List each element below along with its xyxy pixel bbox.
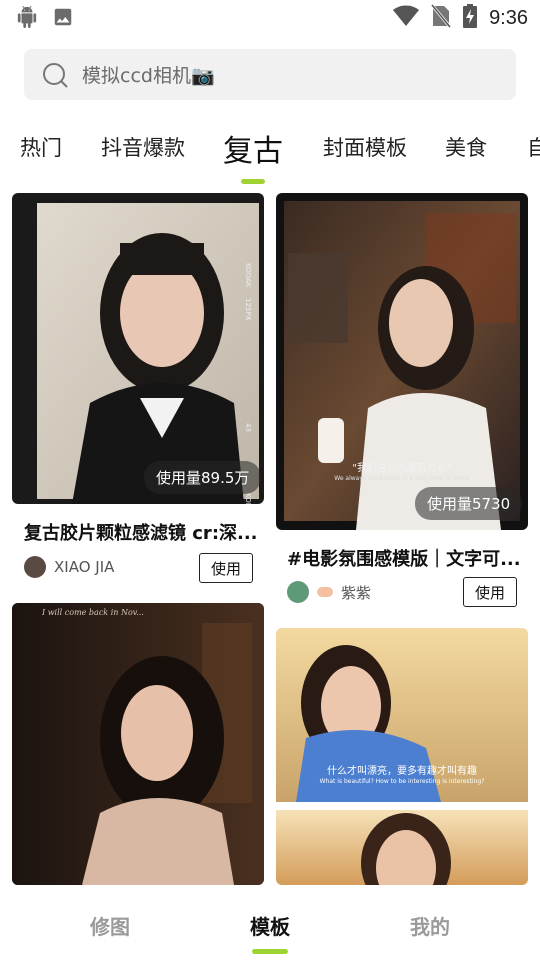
status-bar: 9:36 xyxy=(0,0,540,36)
tab-retro[interactable]: 复古 xyxy=(223,126,283,170)
portrait-image xyxy=(276,628,528,885)
author[interactable]: 紫紫 xyxy=(287,581,371,603)
template-thumbnail[interactable]: I will come back in Nov... xyxy=(12,603,264,885)
tab-food[interactable]: 美食 xyxy=(445,132,487,162)
template-thumbnail[interactable]: "我们总以为来日方长" We always think there is a l… xyxy=(276,193,528,530)
image-caption: "我们总以为来日方长" xyxy=(352,463,452,474)
search-icon xyxy=(43,62,68,88)
author-name: 紫紫 xyxy=(341,583,372,602)
nav-edit[interactable]: 修图 xyxy=(90,911,130,940)
svg-text:43: 43 xyxy=(244,423,252,432)
author[interactable]: XIAO JIA xyxy=(24,556,114,578)
template-card[interactable]: 什么才叫漂亮，要多有趣才叫有趣 What is beautiful? How t… xyxy=(276,628,528,885)
card-title: 复古胶片颗粒感滤镜 cr:深... xyxy=(24,523,256,544)
image-caption-sub: We always think there is a long time to … xyxy=(334,475,470,482)
use-button[interactable]: 使用 xyxy=(463,577,517,607)
android-icon xyxy=(16,6,38,32)
nav-me[interactable]: 我的 xyxy=(410,911,450,940)
card-title: #电影氛围感模版｜文字可... xyxy=(287,549,521,570)
search-bar[interactable]: 模拟ccd相机📷 xyxy=(24,49,516,100)
image-caption-sub: What is beautiful? How to be interesting… xyxy=(319,778,485,785)
svg-text:KODAK: KODAK xyxy=(244,493,252,504)
tab-indicator xyxy=(241,179,265,184)
image-text: I will come back in Nov... xyxy=(42,608,144,617)
use-button[interactable]: 使用 xyxy=(199,553,253,583)
portrait-image xyxy=(12,603,264,885)
category-tabs: 热门 抖音爆款 复古 封面模板 美食 自 xyxy=(0,118,540,190)
usage-badge: 使用量5730 xyxy=(415,487,523,520)
nav-indicator xyxy=(252,949,288,954)
badge-icon xyxy=(317,587,333,597)
template-thumbnail[interactable]: KODAK 125PX 43 KODAK 使用量89.5万 xyxy=(12,193,264,504)
svg-text:KODAK: KODAK xyxy=(244,263,252,288)
nav-templates[interactable]: 模板 xyxy=(250,911,290,940)
search-input[interactable]: 模拟ccd相机📷 xyxy=(82,61,215,88)
battery-charging-icon xyxy=(463,4,478,32)
template-card[interactable]: "我们总以为来日方长" We always think there is a l… xyxy=(276,193,528,613)
no-sim-icon xyxy=(429,3,453,32)
image-icon xyxy=(52,6,74,32)
tab-hot[interactable]: 热门 xyxy=(20,132,62,162)
tab-more[interactable]: 自 xyxy=(527,132,540,162)
template-card[interactable]: KODAK 125PX 43 KODAK 使用量89.5万 复古胶片颗粒感滤镜 … xyxy=(12,193,264,595)
tab-cover[interactable]: 封面模板 xyxy=(323,132,407,162)
author-name: XIAO JIA xyxy=(54,558,115,576)
portrait-image: KODAK 125PX 43 KODAK xyxy=(37,203,259,504)
template-card[interactable]: I will come back in Nov... xyxy=(12,603,264,885)
svg-text:125PX: 125PX xyxy=(244,298,252,321)
template-thumbnail[interactable]: 什么才叫漂亮，要多有趣才叫有趣 What is beautiful? How t… xyxy=(276,628,528,885)
clock: 9:36 xyxy=(489,6,528,29)
bottom-nav: 修图 模板 我的 xyxy=(0,885,540,960)
image-caption: 什么才叫漂亮，要多有趣才叫有趣 xyxy=(327,766,477,777)
tab-douyin[interactable]: 抖音爆款 xyxy=(101,132,185,162)
wifi-icon xyxy=(393,5,420,31)
avatar xyxy=(24,556,46,578)
avatar xyxy=(287,581,309,603)
usage-badge: 使用量89.5万 xyxy=(144,461,262,494)
